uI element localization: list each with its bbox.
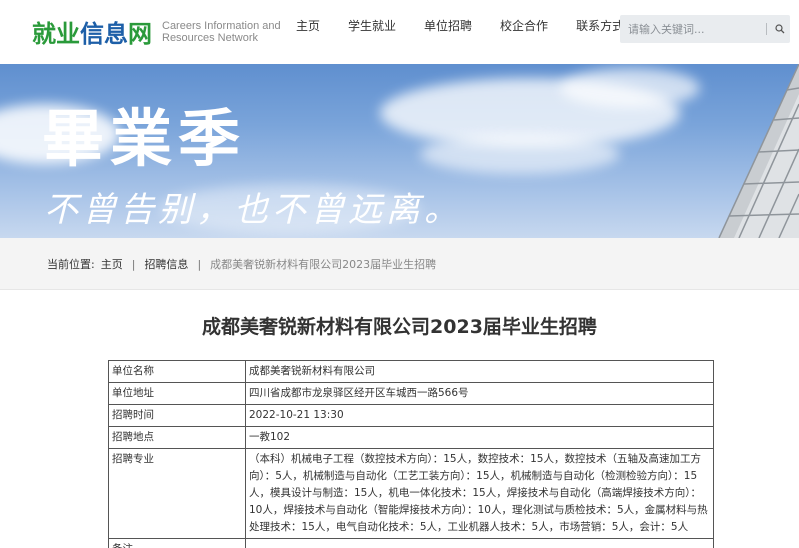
nav-student-employment[interactable]: 学生就业 (348, 17, 396, 34)
table-value: （本科）机械电子工程（数控技术方向）：15人，数控技术：15人，数控技术（五轴及… (245, 448, 714, 539)
table-key: 备注 (108, 538, 246, 548)
logo-en-line2: Resources Network (162, 31, 258, 44)
table-row: 招聘时间 2022-10-21 13:30 (108, 404, 714, 427)
cloud-shape (420, 134, 620, 174)
main-nav: 主页 学生就业 单位招聘 校企合作 联系方式 (296, 17, 652, 34)
search-input[interactable] (620, 15, 764, 43)
table-key: 招聘时间 (108, 404, 246, 427)
table-key: 招聘地点 (108, 426, 246, 449)
table-value: 四川省成都市龙泉驿区经开区车城西一路566号 (245, 382, 714, 405)
nav-company-recruitment[interactable]: 单位招聘 (424, 17, 472, 34)
breadcrumb-separator: | (197, 257, 202, 271)
breadcrumb-current: 成都美奢锐新材料有限公司2023届毕业生招聘 (210, 258, 437, 271)
search-divider (766, 23, 767, 35)
table-value: 成都美奢锐新材料有限公司 (245, 360, 714, 383)
site-logo[interactable]: 就业信息网 Careers Information and Resources … (32, 14, 282, 49)
nav-school-enterprise[interactable]: 校企合作 (500, 17, 548, 34)
building-graphic (718, 64, 799, 238)
table-key: 单位名称 (108, 360, 246, 383)
breadcrumb-bar: 当前位置: 主页 | 招聘信息 | 成都美奢锐新材料有限公司2023届毕业生招聘 (0, 238, 799, 290)
table-row: 招聘专业 （本科）机械电子工程（数控技术方向）：15人，数控技术：15人，数控技… (108, 448, 714, 539)
nav-home[interactable]: 主页 (296, 17, 320, 34)
logo-english: Careers Information and Resources Networ… (162, 20, 282, 44)
hero-banner: 畢業季 不曾告别，也不曾远离。 (0, 64, 799, 238)
table-row: 招聘地点 一教102 (108, 426, 714, 449)
page-title: 成都美奢锐新材料有限公司2023届毕业生招聘 (202, 316, 597, 338)
breadcrumb-home[interactable]: 主页 (101, 256, 123, 272)
table-key: 单位地址 (108, 382, 246, 405)
breadcrumb-separator: | (131, 257, 136, 271)
search-icon[interactable] (770, 15, 790, 43)
job-info-table: 单位名称 成都美奢锐新材料有限公司 单位地址 四川省成都市龙泉驿区经开区车城西一… (108, 360, 714, 548)
search-box (620, 15, 790, 43)
site-header: 就业信息网 Careers Information and Resources … (0, 0, 799, 64)
table-value (245, 538, 714, 548)
breadcrumb-label: 当前位置: (47, 258, 95, 271)
table-row: 单位地址 四川省成都市龙泉驿区经开区车城西一路566号 (108, 382, 714, 405)
breadcrumb: 当前位置: 主页 | 招聘信息 | 成都美奢锐新材料有限公司2023届毕业生招聘 (47, 256, 436, 272)
breadcrumb-section[interactable]: 招聘信息 (144, 256, 188, 272)
nav-contact[interactable]: 联系方式 (576, 17, 624, 34)
table-value: 2022-10-21 13:30 (245, 404, 714, 427)
table-key: 招聘专业 (108, 448, 246, 539)
logo-chinese: 就业信息网 (32, 20, 152, 48)
table-row: 备注 (108, 538, 714, 548)
table-value: 一教102 (245, 426, 714, 449)
logo-en-line1: Careers Information and (162, 19, 281, 32)
banner-subtitle: 不曾告别，也不曾远离。 (44, 190, 462, 230)
table-row: 单位名称 成都美奢锐新材料有限公司 (108, 360, 714, 383)
banner-title: 畢業季 (42, 102, 247, 175)
